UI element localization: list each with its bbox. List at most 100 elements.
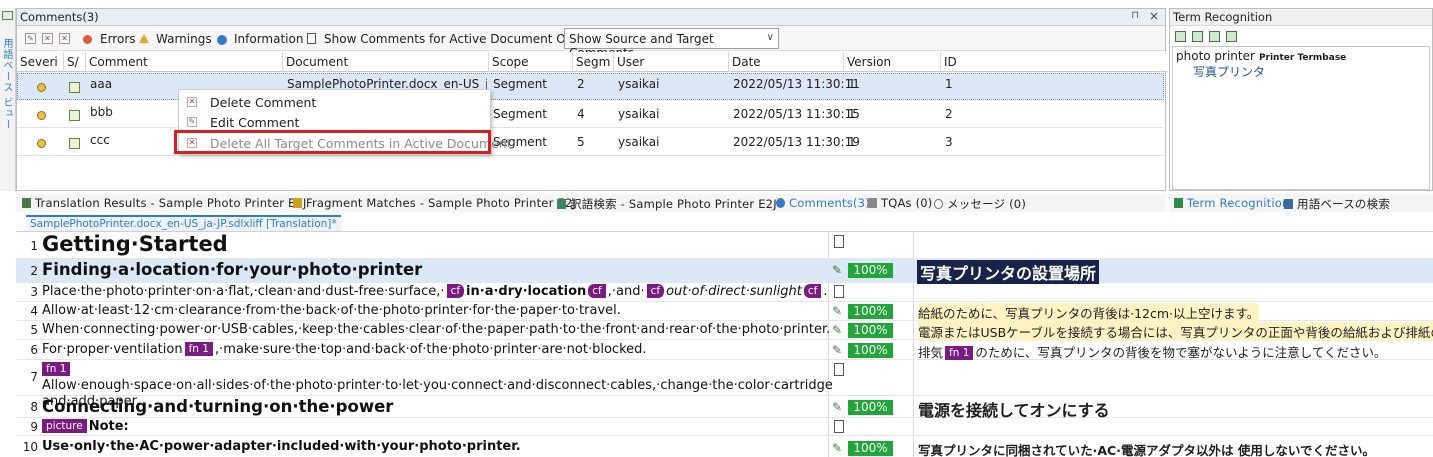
source-text: . bbox=[823, 284, 828, 299]
segment-source[interactable]: Place·the·photo·printer·on·a·flat,·clean… bbox=[42, 284, 832, 299]
segment-source[interactable]: Allow·at·least·12·cm·clearance·from·the·… bbox=[42, 303, 832, 318]
col-document[interactable]: Document bbox=[283, 52, 489, 72]
quick-add-term-icon[interactable] bbox=[1209, 31, 1220, 42]
segment-row[interactable]: 3 Place·the·photo·printer·on·a·flat,·cle… bbox=[16, 283, 1433, 302]
segment-row[interactable]: 2 Finding·a·location·for·your·photo·prin… bbox=[16, 259, 1433, 284]
info-icon bbox=[776, 198, 785, 208]
tab-termbase-search[interactable]: 用語ベースの検索 bbox=[1284, 196, 1390, 212]
col-scope[interactable]: Scope bbox=[489, 52, 573, 72]
fn1-tag[interactable]: fn 1 bbox=[184, 342, 213, 356]
segment-source[interactable]: Connecting·and·turning·on·the·power bbox=[42, 397, 832, 416]
term-source: photo printer bbox=[1176, 49, 1255, 63]
segment-row[interactable]: 7 fn 1 Allow·enough·space·on·all·sides·of… bbox=[16, 360, 1433, 409]
comment-scope: Segment bbox=[493, 77, 547, 91]
col-id[interactable]: ID bbox=[941, 52, 1167, 72]
term-recognition-panel: Term Recognition photo printer Printer Te… bbox=[1169, 8, 1433, 191]
segment-row[interactable]: 9 picture Note: bbox=[16, 418, 1433, 436]
fn1-tag[interactable]: fn 1 bbox=[945, 346, 974, 360]
cf-open-tag[interactable]: cf bbox=[446, 284, 465, 298]
document-tab[interactable]: SamplePhotoPrinter.docx_en-US_ja-JP.sdlx… bbox=[26, 215, 341, 231]
tab-term-recognition[interactable]: Term Recognition bbox=[1174, 196, 1289, 210]
fragment-matches-icon bbox=[293, 198, 302, 208]
add-term-icon[interactable] bbox=[1192, 31, 1203, 42]
show-active-document-only[interactable]: Show Comments for Active Document Only bbox=[324, 32, 584, 46]
document-icon[interactable] bbox=[307, 33, 316, 44]
segment-row[interactable]: 1 Getting·Started bbox=[16, 232, 1433, 259]
term-translation[interactable]: 写真プリンタ bbox=[1193, 63, 1265, 80]
cf-close-tag[interactable]: cf bbox=[588, 284, 606, 298]
segment-target[interactable]: 写真プリンタに同梱されていた·AC·電源アダプタ以外は 使用しないでください。 bbox=[918, 440, 1433, 457]
segment-row[interactable]: 8 Connecting·and·turning·on·the·power ✎ 1… bbox=[16, 396, 1433, 420]
cf-open-tag[interactable]: cf bbox=[646, 284, 665, 298]
highlight-box bbox=[174, 130, 491, 154]
termbase-view-strip[interactable]: 用語ベース ビュー bbox=[0, 8, 16, 191]
segment-source[interactable]: Use·only·the·AC·power·adapter·included·w… bbox=[42, 439, 832, 454]
information-icon[interactable] bbox=[217, 35, 227, 45]
edit-term-icon[interactable] bbox=[1226, 31, 1237, 42]
segment-source[interactable]: For·proper·ventilation fn 1 ,·make·sure·th… bbox=[42, 342, 832, 357]
pencil-icon: ✎ bbox=[832, 400, 843, 414]
comment-segment: 5 bbox=[577, 135, 585, 149]
tab-label: Fragment Matches - Sample Photo Printer … bbox=[306, 196, 576, 210]
col-comment[interactable]: Comment bbox=[86, 52, 283, 72]
menu-item-label: Edit Comment bbox=[210, 115, 300, 130]
segment-target[interactable]: 給紙のために、写真プリンタの背後は·12cm·以上空けます。 bbox=[918, 303, 1260, 322]
segment-source[interactable]: When·connecting·power·or·USB·cables,·kee… bbox=[42, 322, 832, 337]
segment-row[interactable]: 5 When·connecting·power·or·USB·cables,·k… bbox=[16, 321, 1433, 341]
fn1-tag[interactable]: fn 1 bbox=[42, 362, 71, 376]
col-date[interactable]: Date bbox=[729, 52, 844, 72]
tab-messages[interactable]: メッセージ (0) bbox=[934, 196, 1026, 212]
cf-close-tag[interactable]: cf bbox=[803, 284, 822, 298]
comment-segment: 4 bbox=[577, 107, 585, 121]
delete-comment-icon[interactable]: ✕ bbox=[42, 33, 53, 44]
segment-target[interactable]: 電源またはUSBケーブルを接続する場合には、写真プリンタの正面や背後の給紙および… bbox=[918, 322, 1433, 341]
comment-id: 3 bbox=[945, 135, 953, 149]
severity-info-icon bbox=[37, 83, 46, 92]
termbase-settings-icon[interactable] bbox=[1175, 31, 1186, 42]
tab-tqas[interactable]: TQAs (0) bbox=[868, 196, 932, 210]
segment-number: 8 bbox=[30, 400, 38, 414]
term-recognition-titlebar: Term Recognition bbox=[1170, 9, 1432, 26]
segment-source[interactable]: picture Note: bbox=[42, 419, 832, 434]
col-segment[interactable]: Segm bbox=[573, 52, 614, 72]
information-filter[interactable]: Information bbox=[234, 32, 303, 46]
match-percent: 100% bbox=[848, 323, 893, 338]
segment-number: 7 bbox=[30, 370, 38, 384]
comment-segment: 2 bbox=[577, 77, 585, 91]
col-user[interactable]: User bbox=[614, 52, 729, 72]
warnings-filter[interactable]: Warnings bbox=[156, 32, 212, 46]
comment-status-icon bbox=[69, 138, 80, 149]
pin-icon[interactable]: ⊓ bbox=[1131, 10, 1139, 21]
segment-source[interactable]: Getting·Started bbox=[42, 232, 832, 256]
source-text: ,·make·sure·the·top·and·back·of·the·phot… bbox=[214, 342, 647, 357]
target-text: 排気 bbox=[918, 345, 944, 360]
termbase-view-label[interactable]: 用語ベース ビュー bbox=[1, 38, 14, 130]
segment-source[interactable]: Finding·a·location·for·your·photo·printe… bbox=[42, 260, 832, 279]
picture-tag[interactable]: picture bbox=[42, 419, 87, 433]
warning-icon[interactable] bbox=[139, 34, 149, 43]
page-icon bbox=[834, 363, 844, 376]
tab-translation-results[interactable]: Translation Results - Sample Photo Print… bbox=[22, 196, 307, 210]
tab-comments[interactable]: Comments(3) bbox=[776, 196, 870, 210]
delete-all-comments-icon[interactable]: ✕ bbox=[59, 33, 70, 44]
errors-filter[interactable]: Errors bbox=[100, 32, 136, 46]
col-status[interactable]: S/ bbox=[64, 52, 86, 72]
segment-target[interactable]: 写真プリンタの設置場所 bbox=[917, 260, 1100, 284]
segment-row[interactable]: 6 For·proper·ventilation fn 1 ,·make·sure·… bbox=[16, 340, 1433, 360]
col-severity[interactable]: Severi bbox=[17, 52, 64, 72]
segment-row[interactable]: 4 Allow·at·least·12·cm·clearance·from·th… bbox=[16, 302, 1433, 322]
tab-concordance-search[interactable]: 訳語検索 - Sample Photo Printer E2J bbox=[557, 196, 777, 212]
translation-results-icon bbox=[22, 198, 31, 208]
error-icon[interactable] bbox=[83, 35, 92, 44]
segment-row[interactable]: 10 Use·only·the·AC·power·adapter·include… bbox=[16, 436, 1433, 457]
segment-target[interactable]: 排気 fn 1 のために、写真プリンタの背後を物で塞がないように注意してください。 bbox=[918, 342, 1433, 361]
menu-item-delete-comment[interactable]: ✕ Delete Comment bbox=[179, 92, 490, 112]
comment-version: 1 bbox=[848, 77, 856, 91]
close-icon[interactable]: × bbox=[1149, 9, 1159, 23]
menu-item-edit-comment[interactable]: ✎ Edit Comment bbox=[179, 112, 490, 132]
col-version[interactable]: Version bbox=[844, 52, 941, 72]
tab-fragment-matches[interactable]: Fragment Matches - Sample Photo Printer … bbox=[293, 196, 576, 210]
comment-source-filter-dropdown[interactable]: Show Source and Target Comments ∨ bbox=[564, 28, 779, 60]
term-entry[interactable]: photo printer Printer Termbase bbox=[1176, 49, 1346, 63]
edit-comment-icon[interactable]: ✎ bbox=[25, 33, 36, 44]
